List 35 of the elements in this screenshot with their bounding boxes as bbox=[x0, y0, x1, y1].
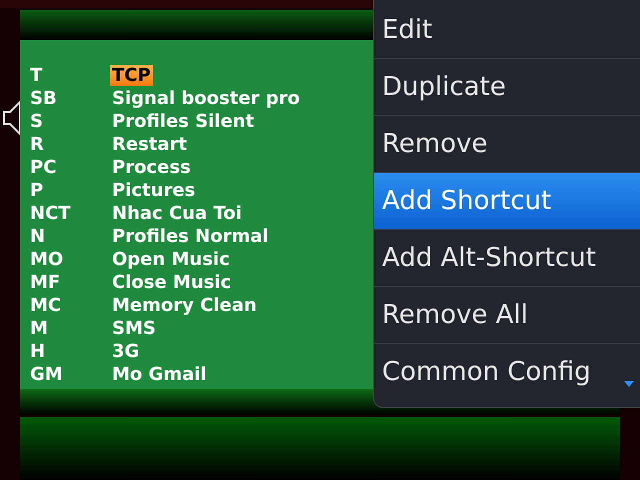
shortcut-key: MC bbox=[30, 295, 110, 316]
shortcut-name: Profiles Normal bbox=[111, 226, 270, 247]
menu-item[interactable]: Remove All bbox=[374, 286, 640, 343]
shortcut-name: Profiles Silent bbox=[111, 111, 256, 132]
shortcut-name: SMS bbox=[111, 318, 157, 339]
shortcut-key: SB bbox=[30, 88, 110, 109]
shortcut-key: N bbox=[30, 226, 110, 247]
shortcut-name: Restart bbox=[111, 134, 188, 155]
shortcut-key: R bbox=[30, 134, 110, 155]
shortcut-key: NCT bbox=[30, 203, 110, 224]
shortcut-name: Mo Gmail bbox=[111, 364, 208, 385]
shortcut-key: M bbox=[30, 318, 110, 339]
shortcut-key: GM bbox=[30, 364, 110, 385]
menu-item[interactable]: Add Alt-Shortcut bbox=[374, 229, 640, 286]
shortcut-name: Signal booster pro bbox=[111, 88, 301, 109]
menu-item[interactable]: Edit bbox=[374, 1, 640, 58]
shortcut-name: Pictures bbox=[111, 180, 196, 201]
shortcut-key: P bbox=[30, 180, 110, 201]
shortcut-key: PC bbox=[30, 157, 110, 178]
shortcut-key: MF bbox=[30, 272, 110, 293]
shortcut-name: Process bbox=[111, 157, 192, 178]
shortcut-name: Nhac Cua Toi bbox=[111, 203, 243, 224]
menu-item[interactable]: Add Shortcut bbox=[374, 172, 640, 229]
shortcut-key: H bbox=[30, 341, 110, 362]
shortcut-key: T bbox=[30, 65, 110, 86]
shortcut-name: Close Music bbox=[111, 272, 232, 293]
speaker-icon bbox=[2, 100, 22, 136]
shortcut-name: 3G bbox=[111, 341, 140, 362]
shortcut-name: Open Music bbox=[111, 249, 231, 270]
shortcut-key: MO bbox=[30, 249, 110, 270]
shortcut-name: Memory Clean bbox=[111, 295, 258, 316]
shortcut-key: S bbox=[30, 111, 110, 132]
menu-item[interactable]: Common Config bbox=[374, 343, 640, 400]
shortcut-name: TCP bbox=[110, 65, 153, 86]
menu-item[interactable]: Duplicate bbox=[374, 58, 640, 115]
